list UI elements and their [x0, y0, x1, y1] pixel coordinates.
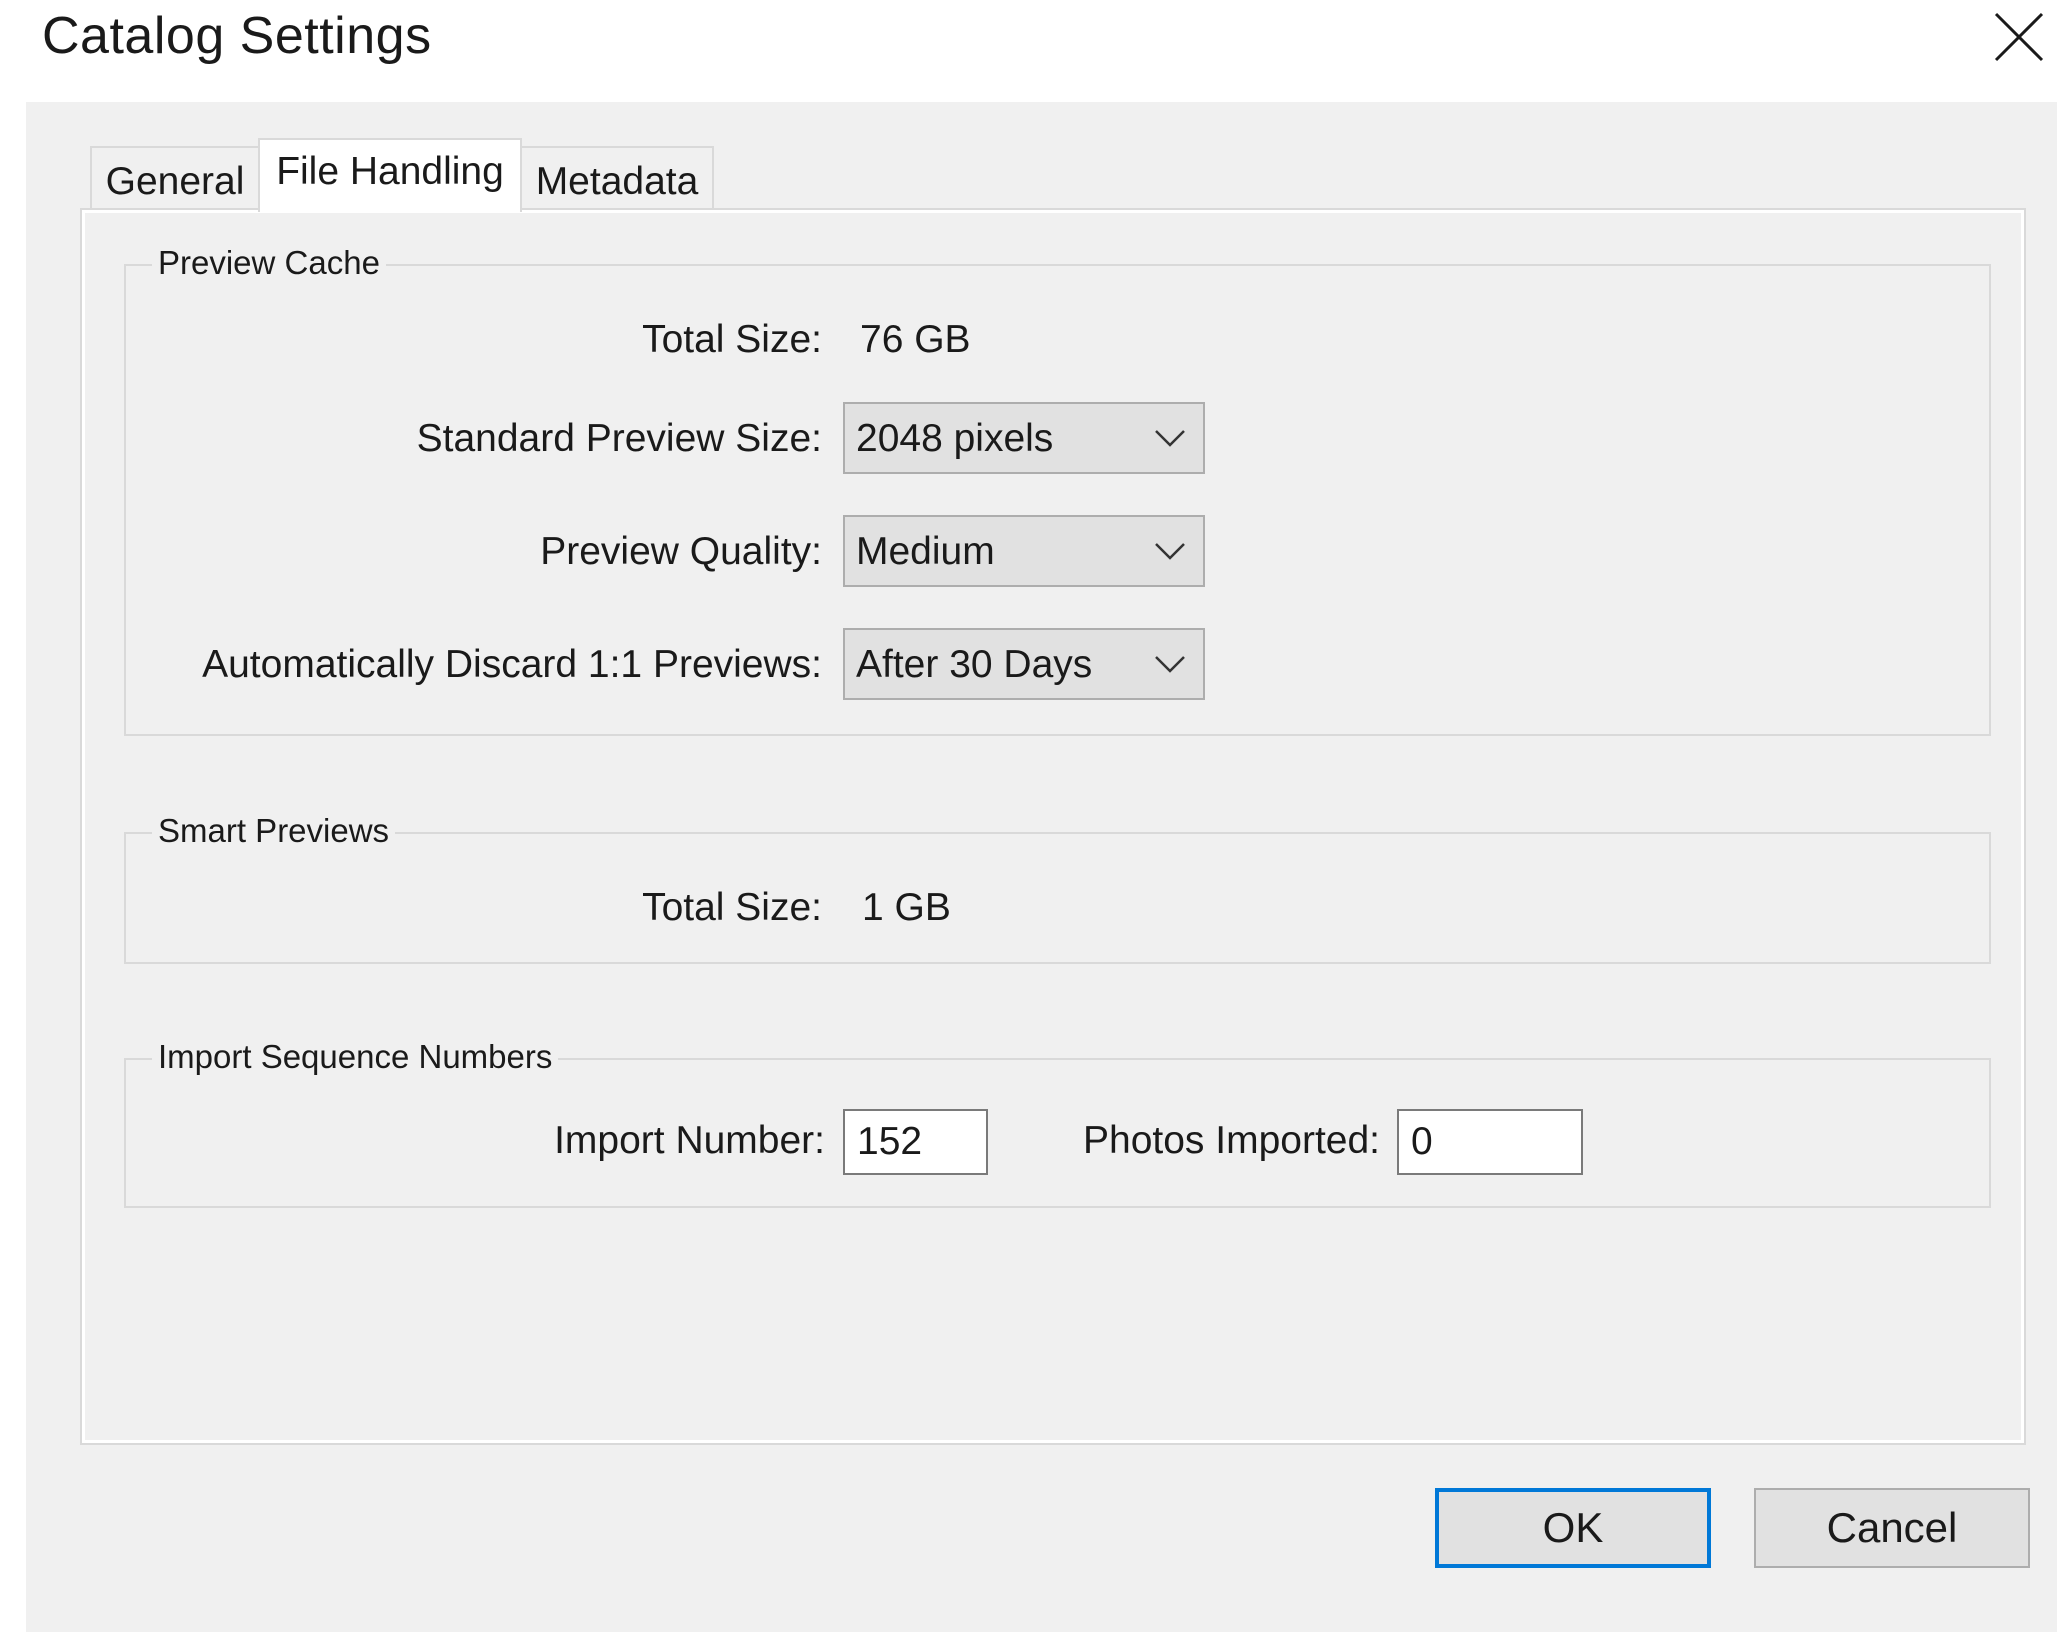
- dropdown-value: 2048 pixels: [856, 417, 1054, 460]
- preview-cache-legend: Preview Cache: [152, 244, 386, 282]
- photos-imported-input[interactable]: [1397, 1109, 1583, 1175]
- tab-file-handling[interactable]: File Handling: [258, 138, 522, 212]
- ok-button[interactable]: OK: [1435, 1488, 1711, 1568]
- standard-preview-size-dropdown[interactable]: 2048 pixels: [843, 402, 1205, 474]
- title-bar: Catalog Settings: [0, 0, 2057, 102]
- tab-metadata[interactable]: Metadata: [520, 146, 714, 210]
- discard-previews-label: Automatically Discard 1:1 Previews:: [202, 643, 822, 686]
- tab-general[interactable]: General: [90, 146, 260, 210]
- smart-previews-legend: Smart Previews: [152, 812, 396, 850]
- chevron-down-icon: [1155, 430, 1185, 447]
- smart-previews-group: [124, 832, 1991, 964]
- dropdown-value: After 30 Days: [856, 643, 1093, 686]
- import-number-input[interactable]: [843, 1109, 988, 1175]
- smart-total-size-label: Total Size:: [642, 886, 822, 929]
- photos-imported-label: Photos Imported:: [1083, 1119, 1380, 1162]
- preview-total-size-value: 76 GB: [860, 318, 971, 361]
- import-sequence-legend: Import Sequence Numbers: [152, 1038, 559, 1076]
- tab-label: General: [105, 160, 245, 203]
- discard-previews-dropdown[interactable]: After 30 Days: [843, 628, 1205, 700]
- dropdown-value: Medium: [856, 530, 995, 573]
- chevron-down-icon: [1155, 543, 1185, 560]
- preview-quality-label: Preview Quality:: [540, 530, 822, 573]
- smart-total-size-value: 1 GB: [862, 886, 951, 929]
- window-title: Catalog Settings: [42, 7, 432, 65]
- catalog-settings-dialog: Catalog Settings General Metadata File H…: [0, 0, 2057, 1632]
- cancel-button[interactable]: Cancel: [1754, 1488, 2030, 1568]
- import-sequence-group: [124, 1058, 1991, 1208]
- preview-quality-dropdown[interactable]: Medium: [843, 515, 1205, 587]
- preview-total-size-label: Total Size:: [642, 318, 822, 361]
- tab-label: File Handling: [276, 150, 504, 193]
- tab-label: Metadata: [535, 160, 699, 203]
- import-number-label: Import Number:: [554, 1119, 825, 1162]
- standard-preview-size-label: Standard Preview Size:: [416, 417, 822, 460]
- chevron-down-icon: [1155, 656, 1185, 673]
- close-icon: [1994, 12, 2044, 62]
- close-button[interactable]: [1990, 8, 2048, 66]
